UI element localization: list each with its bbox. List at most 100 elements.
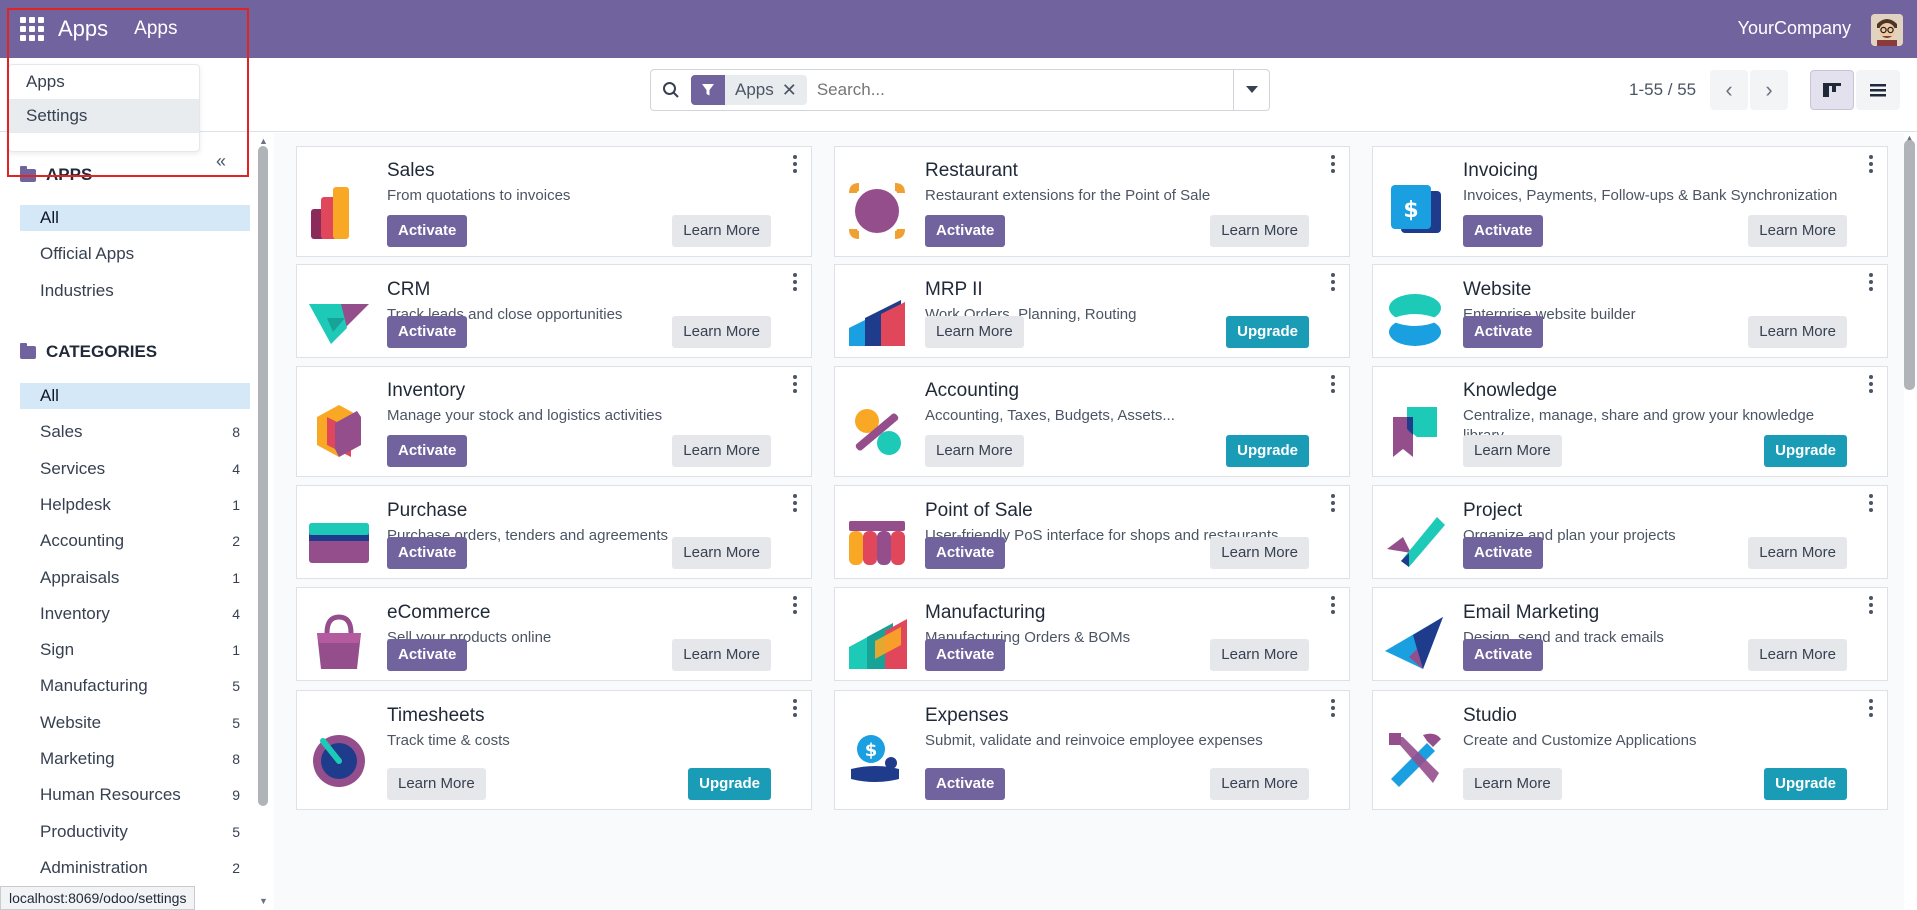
sidebar-category-item[interactable]: Services 4 xyxy=(20,456,250,482)
kebab-menu-icon[interactable] xyxy=(1869,494,1873,512)
learn-more-button[interactable]: Learn More xyxy=(672,537,771,569)
category-label: Sales xyxy=(40,422,83,442)
sidebar-category-item[interactable]: All xyxy=(20,383,250,409)
kebab-menu-icon[interactable] xyxy=(793,596,797,614)
collapse-sidebar-icon[interactable]: « xyxy=(216,151,226,172)
list-view-button[interactable] xyxy=(1856,70,1900,110)
learn-more-button[interactable]: Learn More xyxy=(1463,768,1562,800)
learn-more-button[interactable]: Learn More xyxy=(672,316,771,348)
user-avatar[interactable] xyxy=(1871,14,1903,46)
kebab-menu-icon[interactable] xyxy=(1869,699,1873,717)
activate-button[interactable]: Activate xyxy=(925,537,1006,569)
sidebar-category-item[interactable]: Helpdesk 1 xyxy=(20,492,250,518)
search-input[interactable] xyxy=(816,80,1207,100)
learn-more-button[interactable]: Learn More xyxy=(672,215,771,247)
sidebar-scroll-down-icon[interactable]: ▼ xyxy=(259,896,268,906)
sidebar-category-item[interactable]: Human Resources 9 xyxy=(20,782,250,808)
facet-remove-icon[interactable]: ✕ xyxy=(782,80,807,101)
sidebar-item-all-apps[interactable]: All xyxy=(20,205,250,231)
activate-button[interactable]: Activate xyxy=(925,215,1006,247)
menu-apps[interactable]: Apps xyxy=(134,18,177,40)
learn-more-button[interactable]: Learn More xyxy=(672,639,771,671)
dropdown-item-apps[interactable]: Apps xyxy=(9,65,199,99)
sidebar-category-item[interactable]: Sign 1 xyxy=(20,637,250,663)
kebab-menu-icon[interactable] xyxy=(793,494,797,512)
upgrade-button[interactable]: Upgrade xyxy=(1764,435,1847,467)
kebab-menu-icon[interactable] xyxy=(1869,273,1873,291)
sidebar-item-industries[interactable]: Industries xyxy=(20,278,250,304)
app-name[interactable]: Apps xyxy=(58,16,108,42)
learn-more-button[interactable]: Learn More xyxy=(1463,435,1562,467)
sidebar-category-item[interactable]: Website 5 xyxy=(20,710,250,736)
learn-more-button[interactable]: Learn More xyxy=(925,435,1024,467)
kebab-menu-icon[interactable] xyxy=(793,699,797,717)
category-count: 5 xyxy=(232,823,240,840)
sidebar-category-item[interactable]: Productivity 5 xyxy=(20,819,250,845)
activate-button[interactable]: Activate xyxy=(387,639,468,671)
app-title: MRP II xyxy=(925,279,983,300)
company-switcher[interactable]: YourCompany xyxy=(1738,18,1851,39)
dropdown-item-settings[interactable]: Settings xyxy=(9,99,199,133)
kebab-menu-icon[interactable] xyxy=(1331,494,1335,512)
sidebar-category-item[interactable]: Sales 8 xyxy=(20,419,250,445)
sidebar-category-item[interactable]: Administration 2 xyxy=(20,855,250,881)
sidebar-category-item[interactable]: Accounting 2 xyxy=(20,528,250,554)
sidebar-category-item[interactable]: Inventory 4 xyxy=(20,601,250,627)
sidebar-scroll-up-icon[interactable]: ▲ xyxy=(259,136,268,146)
expenses-icon: $ xyxy=(851,735,899,782)
kebab-menu-icon[interactable] xyxy=(1331,155,1335,173)
upgrade-button[interactable]: Upgrade xyxy=(1226,316,1309,348)
learn-more-button[interactable]: Learn More xyxy=(672,435,771,467)
kanban-view-button[interactable] xyxy=(1810,70,1854,110)
kebab-menu-icon[interactable] xyxy=(1869,155,1873,173)
activate-button[interactable]: Activate xyxy=(1463,215,1544,247)
activate-button[interactable]: Activate xyxy=(1463,537,1544,569)
category-count: 5 xyxy=(232,678,240,695)
kebab-menu-icon[interactable] xyxy=(1331,375,1335,393)
folder-icon xyxy=(20,342,36,359)
sidebar-category-item[interactable]: Manufacturing 5 xyxy=(20,673,250,699)
activate-button[interactable]: Activate xyxy=(925,639,1006,671)
learn-more-button[interactable]: Learn More xyxy=(1210,215,1309,247)
kebab-menu-icon[interactable] xyxy=(793,273,797,291)
activate-button[interactable]: Activate xyxy=(925,768,1006,800)
search-icon[interactable] xyxy=(651,81,691,99)
activate-button[interactable]: Activate xyxy=(387,537,468,569)
learn-more-button[interactable]: Learn More xyxy=(1210,768,1309,800)
search-box[interactable]: Apps ✕ xyxy=(650,69,1270,111)
activate-button[interactable]: Activate xyxy=(387,215,468,247)
kebab-menu-icon[interactable] xyxy=(793,375,797,393)
learn-more-button[interactable]: Learn More xyxy=(1210,639,1309,671)
sidebar-item-official-apps[interactable]: Official Apps xyxy=(20,241,250,267)
pager-next-button[interactable]: › xyxy=(1750,70,1788,110)
kebab-menu-icon[interactable] xyxy=(1869,596,1873,614)
sidebar-scrollbar[interactable] xyxy=(258,146,268,806)
activate-button[interactable]: Activate xyxy=(1463,639,1544,671)
activate-button[interactable]: Activate xyxy=(1463,316,1544,348)
upgrade-button[interactable]: Upgrade xyxy=(1764,768,1847,800)
pager-previous-button[interactable]: ‹ xyxy=(1710,70,1748,110)
main-scrollbar[interactable] xyxy=(1904,140,1915,390)
sidebar-category-item[interactable]: Marketing 8 xyxy=(20,746,250,772)
kebab-menu-icon[interactable] xyxy=(1331,273,1335,291)
learn-more-button[interactable]: Learn More xyxy=(1748,215,1847,247)
learn-more-button[interactable]: Learn More xyxy=(1748,537,1847,569)
learn-more-button[interactable]: Learn More xyxy=(387,768,486,800)
learn-more-button[interactable]: Learn More xyxy=(1748,639,1847,671)
kebab-menu-icon[interactable] xyxy=(1331,596,1335,614)
category-count: 2 xyxy=(232,859,240,876)
upgrade-button[interactable]: Upgrade xyxy=(688,768,771,800)
kebab-menu-icon[interactable] xyxy=(793,155,797,173)
kebab-menu-icon[interactable] xyxy=(1869,375,1873,393)
sidebar-category-item[interactable]: Appraisals 1 xyxy=(20,565,250,591)
pager-value[interactable]: 1-55 / 55 xyxy=(1629,80,1696,100)
learn-more-button[interactable]: Learn More xyxy=(925,316,1024,348)
activate-button[interactable]: Activate xyxy=(387,316,468,348)
app-launcher-icon[interactable] xyxy=(20,17,44,41)
learn-more-button[interactable]: Learn More xyxy=(1748,316,1847,348)
kebab-menu-icon[interactable] xyxy=(1331,699,1335,717)
activate-button[interactable]: Activate xyxy=(387,435,468,467)
upgrade-button[interactable]: Upgrade xyxy=(1226,435,1309,467)
search-options-toggle[interactable] xyxy=(1233,70,1269,110)
learn-more-button[interactable]: Learn More xyxy=(1210,537,1309,569)
